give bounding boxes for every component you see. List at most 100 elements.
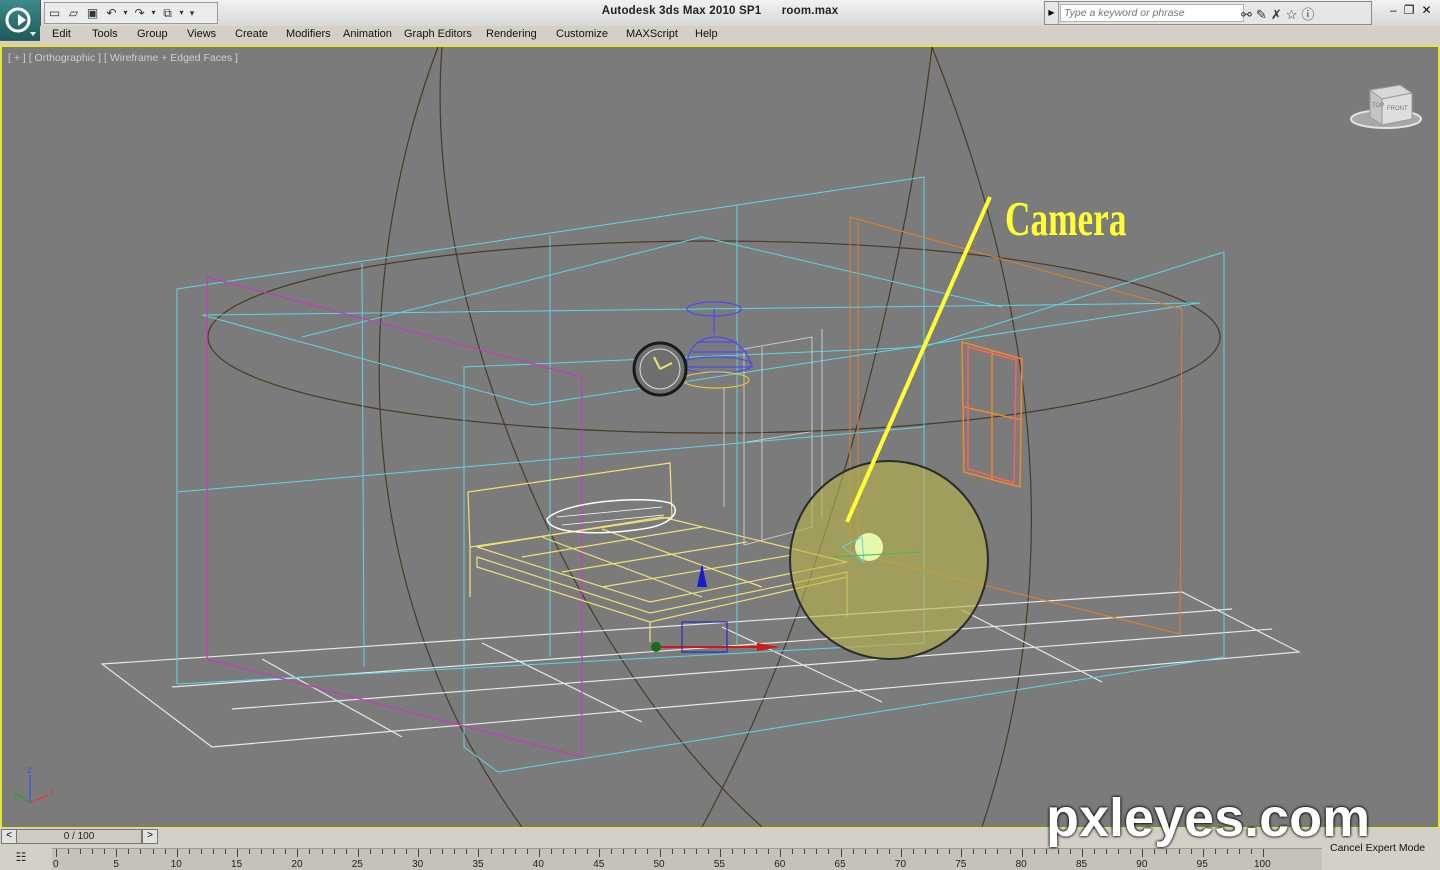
save-file-icon[interactable]: ▣ <box>83 4 102 22</box>
timeline-tick-label: 40 <box>532 859 544 870</box>
qat-customize-icon[interactable]: ▾ <box>186 4 198 22</box>
timeline-tick <box>1166 849 1168 854</box>
menu-graph-editors[interactable]: Graph Editors <box>404 28 472 40</box>
timeline-tick <box>937 849 939 854</box>
timeline-tick <box>912 849 914 854</box>
timeline-tick-label: 65 <box>834 859 846 870</box>
camera-object[interactable] <box>789 460 989 660</box>
timeline-tick <box>816 849 818 854</box>
menu-edit[interactable]: Edit <box>52 28 71 40</box>
timeline-tick <box>116 849 118 857</box>
menu-animation[interactable]: Animation <box>343 28 392 40</box>
undo-icon[interactable]: ↶ <box>102 4 121 22</box>
menu-create[interactable]: Create <box>235 28 268 40</box>
timeline-tick <box>562 849 564 854</box>
satellite-icon[interactable]: ✗ <box>1271 7 1286 22</box>
redo-icon[interactable]: ↷ <box>130 4 149 22</box>
timeline-tick <box>393 849 395 854</box>
menu-views[interactable]: Views <box>187 28 216 40</box>
pillow <box>546 498 676 534</box>
timeline-tick-label: 95 <box>1196 859 1208 870</box>
timeline-tick-label: 90 <box>1136 859 1148 870</box>
star-icon[interactable]: ☆ <box>1286 7 1302 22</box>
timeline-tick <box>925 849 927 854</box>
timeline-tick-label: 85 <box>1075 859 1088 870</box>
timeline-tick-label: 20 <box>291 859 303 870</box>
project-folder-icon[interactable]: ⧉ <box>158 4 177 22</box>
perspective-viewport[interactable]: FRONT TOP z x y [ + ] [ Orthographic ] [… <box>0 45 1440 829</box>
new-file-icon[interactable]: ▭ <box>45 4 64 22</box>
time-slider[interactable]: 0 / 100 <box>16 829 142 844</box>
viewcube-top-label: TOP <box>1372 103 1384 109</box>
timeline-tick <box>1214 849 1216 854</box>
search-expand-icon[interactable]: ▶ <box>1045 2 1059 24</box>
time-next-button[interactable]: > <box>142 829 158 844</box>
open-file-icon[interactable]: ▱ <box>64 4 83 22</box>
restore-icon[interactable]: ❐ <box>1404 3 1422 17</box>
timeline-tick <box>164 849 166 854</box>
camera-annotation: Camera <box>1005 191 1127 246</box>
menu-rendering[interactable]: Rendering <box>486 28 537 40</box>
viewcube[interactable]: FRONT TOP <box>1350 84 1422 129</box>
timeline-tick <box>768 849 770 854</box>
timeline-tick <box>406 849 408 854</box>
timeline-tick <box>176 849 178 857</box>
timeline-tick <box>743 849 745 854</box>
timeline-tick <box>309 849 311 854</box>
timeline-tick <box>1118 849 1120 854</box>
menu-customize[interactable]: Customize <box>556 28 608 40</box>
timeline-tick <box>611 849 613 854</box>
minimize-icon[interactable]: – <box>1390 3 1404 17</box>
timeline-tick <box>876 849 878 854</box>
timeline-tick <box>599 849 601 857</box>
timeline-tick <box>357 849 359 857</box>
timeline-tick <box>140 849 142 854</box>
undo-dropdown-icon[interactable]: ▾ <box>121 4 130 22</box>
time-prev-button[interactable]: < <box>1 829 17 844</box>
curve-editor-icon[interactable]: ☷ <box>10 849 32 865</box>
timeline-tick <box>297 849 299 857</box>
menu-tools[interactable]: Tools <box>92 28 118 40</box>
timeline-tick <box>1081 849 1083 857</box>
timeline-tick <box>828 849 830 854</box>
menu-group[interactable]: Group <box>137 28 168 40</box>
axis-z-label: z <box>27 765 32 776</box>
help-icon[interactable]: ⓘ <box>1301 7 1318 22</box>
viewport-label[interactable]: [ + ] [ Orthographic ] [ Wireframe + Edg… <box>8 52 238 64</box>
timeline-tick <box>224 849 226 854</box>
timeline-tick <box>128 849 130 854</box>
timeline-tick <box>949 849 951 854</box>
redo-dropdown-icon[interactable]: ▾ <box>149 4 158 22</box>
binoculars-icon[interactable]: ⚯ <box>1241 7 1256 22</box>
timeline-tick <box>1250 849 1252 854</box>
track-bar[interactable]: 0 5 10 15 20 25 30 35 40 45 50 55 60 65 70 75 80 85 90 95 10… <box>52 848 1322 870</box>
timeline-tick-label: 10 <box>170 859 182 870</box>
menu-bar: Edit Tools Group Views Create Modifiers … <box>40 26 1440 45</box>
timeline-tick <box>1057 849 1059 854</box>
timeline-tick <box>514 849 516 854</box>
timeline-tick <box>623 849 625 854</box>
timeline-tick <box>261 849 263 854</box>
timeline-tick <box>659 849 661 857</box>
timeline-tick <box>80 849 82 854</box>
menu-modifiers[interactable]: Modifiers <box>286 28 331 40</box>
timeline-tick <box>888 849 890 854</box>
menu-maxscript[interactable]: MAXScript <box>626 28 678 40</box>
timeline-tick <box>273 849 275 854</box>
menu-help[interactable]: Help <box>695 28 718 40</box>
app-logo-icon[interactable] <box>0 0 41 41</box>
timeline-tick <box>345 849 347 854</box>
tools-icon[interactable]: ✎ <box>1256 7 1271 22</box>
timeline-tick <box>454 849 456 854</box>
close-icon[interactable]: ✕ <box>1421 3 1438 17</box>
timeline-tick <box>1021 849 1023 857</box>
scene-canvas[interactable]: FRONT TOP z x y <box>2 47 1438 827</box>
timeline-tick <box>1202 849 1204 857</box>
axis-x-label: x <box>49 787 54 798</box>
timeline-tick <box>804 849 806 854</box>
timeline-tick <box>538 849 540 857</box>
search-input[interactable] <box>1060 4 1244 22</box>
timeline-tick <box>502 849 504 854</box>
timeline-tick-label: 75 <box>955 859 967 870</box>
project-dropdown-icon[interactable]: ▾ <box>177 4 186 22</box>
